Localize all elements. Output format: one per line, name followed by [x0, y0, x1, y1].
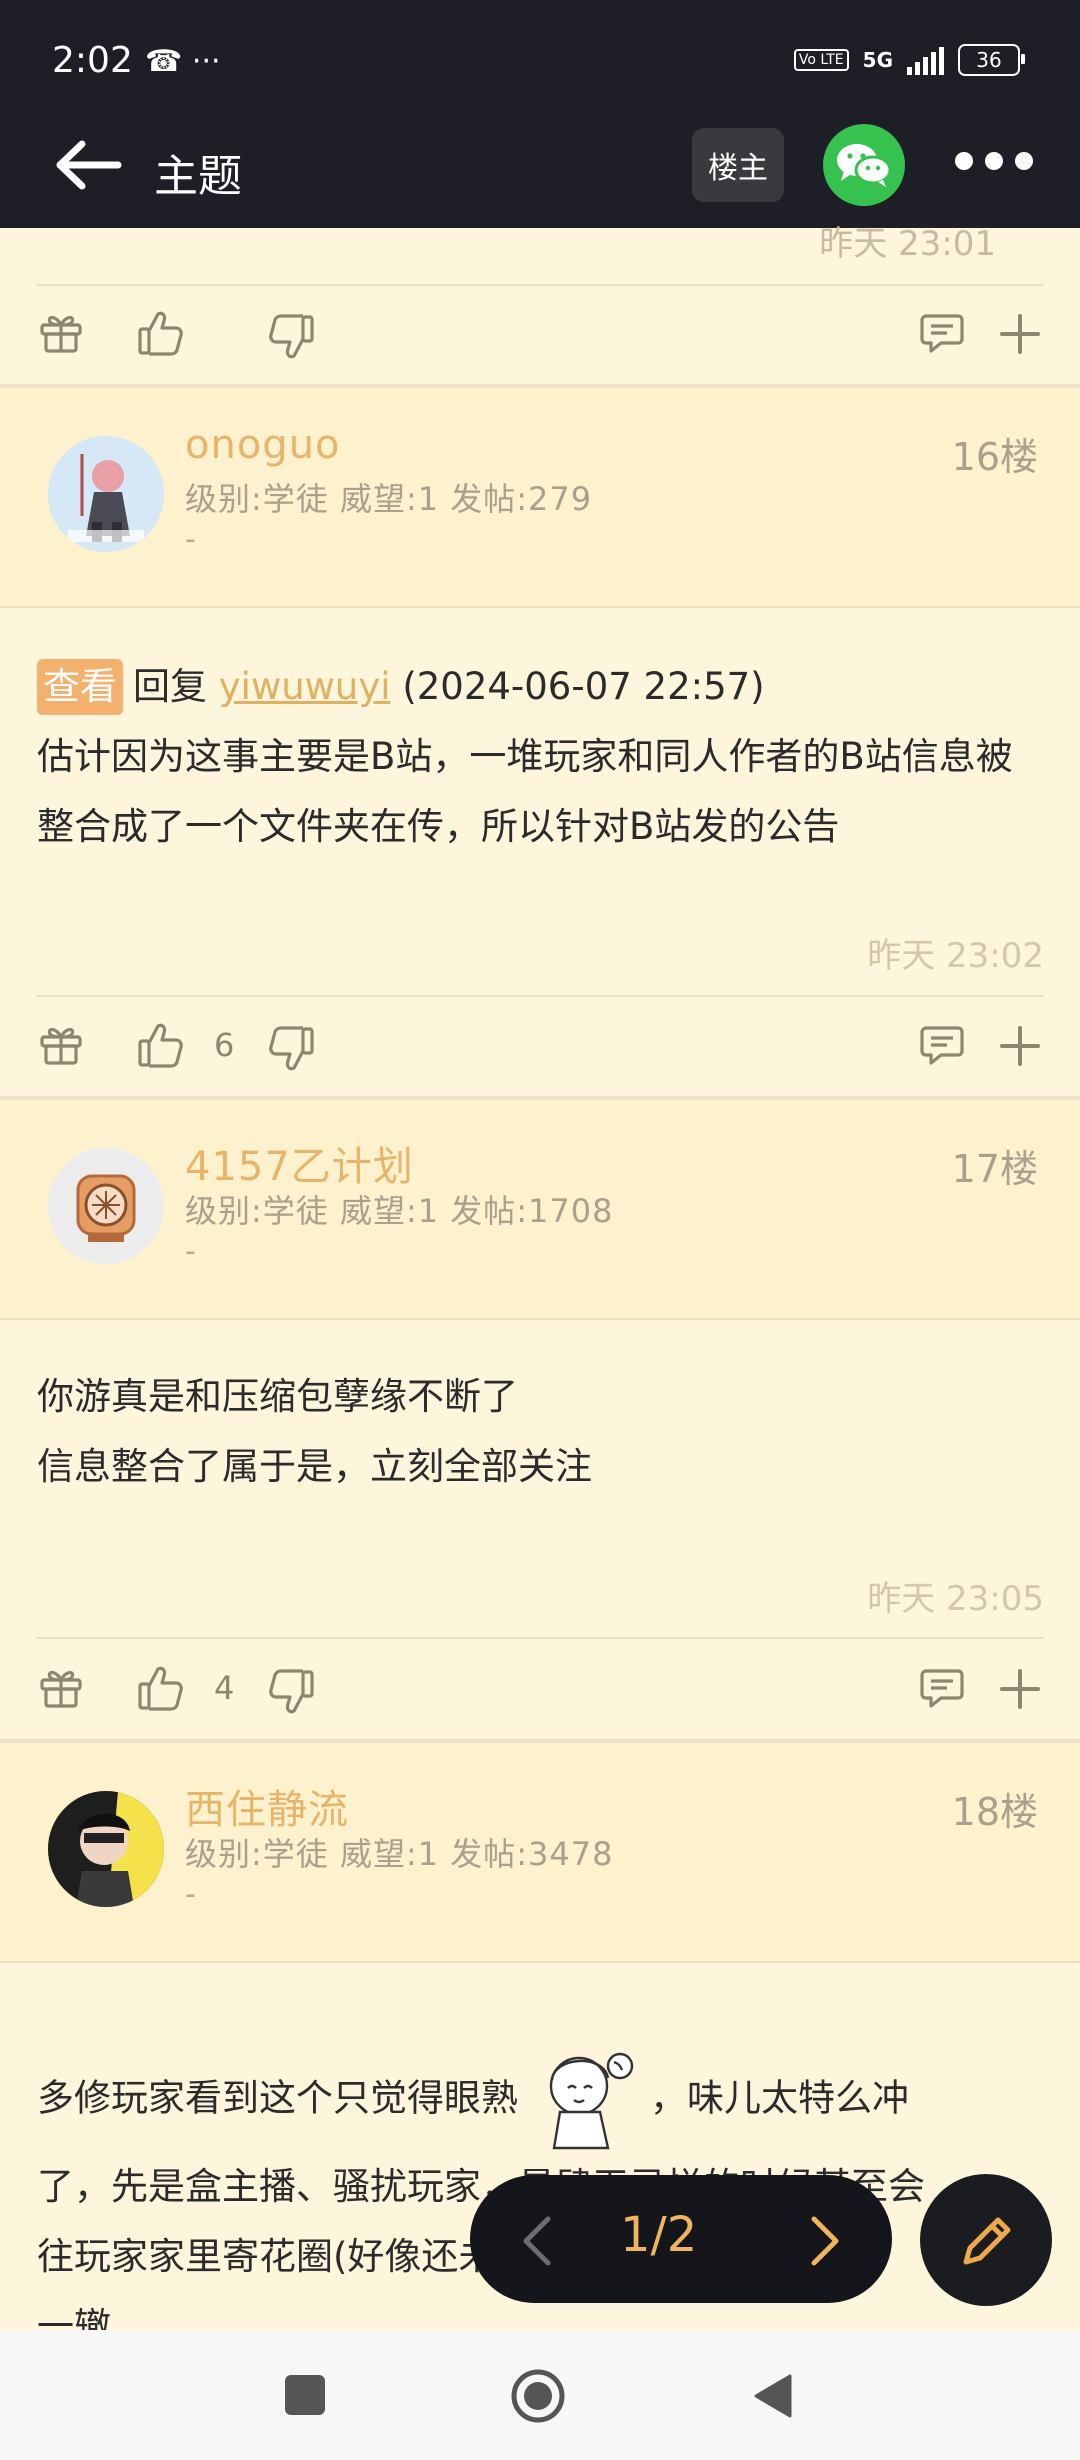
- recent-apps-icon[interactable]: [285, 2375, 325, 2415]
- post-user-header[interactable]: 4157乙计划 级别:学徒 威望:1 发帖:1708 - 17楼: [0, 1100, 1080, 1318]
- post-user-header[interactable]: 西住静流 级别:学徒 威望:1 发帖:3478 - 18楼: [0, 1743, 1080, 1961]
- next-page-chevron-icon[interactable]: [808, 2215, 844, 2267]
- reply-username-link[interactable]: yiwuwuyi: [219, 665, 391, 708]
- divider: [0, 1961, 1080, 1963]
- battery-icon: 36: [958, 44, 1025, 76]
- gift-icon[interactable]: [38, 1665, 84, 1711]
- avatar-image: [48, 1148, 164, 1264]
- username[interactable]: onoguo: [185, 422, 341, 468]
- post-text-line: 多修玩家看到这个只觉得眼熟 ，味儿太特么冲: [37, 2048, 1047, 2152]
- user-signature: -: [185, 1234, 196, 1269]
- user-meta: 级别:学徒 威望:1 发帖:3478: [185, 1835, 614, 1873]
- post-body: 查看 回复 yiwuwuyi (2024-06-07 22:57) 估计因为这事主…: [37, 652, 1047, 862]
- comment-icon[interactable]: [919, 312, 965, 356]
- prev-post-actions: [0, 290, 1080, 378]
- status-right: Vo LTE 5G 36: [793, 44, 1025, 76]
- add-icon[interactable]: [998, 312, 1042, 356]
- avatar-image: [48, 436, 164, 552]
- thumbs-down-icon[interactable]: [268, 312, 316, 362]
- avatar[interactable]: [48, 1148, 164, 1264]
- user-meta: 级别:学徒 威望:1 发帖:279: [185, 480, 593, 518]
- avatar[interactable]: [48, 436, 164, 552]
- post-time: 昨天 23:05: [867, 1579, 1044, 1619]
- post-time: 昨天 23:02: [867, 936, 1044, 976]
- thumbs-up-icon[interactable]: [136, 1663, 184, 1713]
- sticker-emoji: [549, 2052, 634, 2150]
- username[interactable]: 4157乙计划: [185, 1134, 414, 1192]
- like-count: 6: [214, 1026, 235, 1064]
- comment-icon[interactable]: [919, 1667, 965, 1711]
- reply-label: 回复: [133, 665, 207, 708]
- divider: [37, 1637, 1043, 1639]
- user-meta: 级别:学徒 威望:1 发帖:1708: [185, 1192, 614, 1230]
- thumbs-up-icon[interactable]: [136, 308, 184, 358]
- divider: [0, 606, 1080, 608]
- prev-post-time: 昨天 23:01: [819, 224, 996, 264]
- post-text-line: 你游真是和压缩包孽缘不断了: [37, 1375, 518, 1418]
- thumbs-up-icon[interactable]: [136, 1020, 184, 1070]
- prev-page-chevron-icon[interactable]: [518, 2215, 554, 2267]
- avatar[interactable]: [48, 1791, 164, 1907]
- volte-icon: Vo LTE: [793, 49, 849, 71]
- wechat-icon: [837, 144, 892, 187]
- comment-icon[interactable]: [919, 1024, 965, 1068]
- reply-quote: 查看 回复 yiwuwuyi (2024-06-07 22:57): [37, 652, 1047, 722]
- username[interactable]: 西住静流: [185, 1777, 349, 1835]
- page-title: 主题: [154, 151, 242, 202]
- divider: [37, 284, 1043, 286]
- post-text: 估计因为这事主要是B站，一堆玩家和同人作者的B站信息被整合成了一个文件夹在传，所…: [37, 735, 1013, 848]
- page-navigator: 1/2: [470, 2175, 892, 2303]
- battery-level: 36: [976, 48, 1002, 72]
- signal-icon: [907, 45, 944, 75]
- compose-reply-button[interactable]: [920, 2174, 1052, 2306]
- like-count: 4: [214, 1669, 235, 1707]
- app-header: 2:02 ☎ ··· Vo LTE 5G 36 主题 楼主: [0, 0, 1080, 228]
- post-actions: 4: [0, 1645, 1080, 1733]
- user-signature: -: [185, 1877, 196, 1912]
- avatar-image: [48, 1791, 164, 1907]
- network-type: 5G: [862, 48, 893, 72]
- reply-date: (2024-06-07 22:57): [402, 665, 765, 708]
- home-icon[interactable]: [510, 2368, 566, 2424]
- post-text-segment: ，味儿太特么冲: [650, 2076, 909, 2120]
- add-icon[interactable]: [998, 1024, 1042, 1068]
- status-notification-icons: ☎ ···: [145, 44, 221, 79]
- system-back-icon[interactable]: [752, 2372, 794, 2420]
- page-indicator[interactable]: 1/2: [620, 2207, 697, 2263]
- only-op-button[interactable]: 楼主: [692, 128, 784, 202]
- gift-icon[interactable]: [38, 310, 84, 356]
- back-arrow-icon[interactable]: [56, 140, 122, 190]
- thumbs-down-icon[interactable]: [268, 1667, 316, 1717]
- status-time: 2:02: [52, 40, 133, 81]
- divider: [0, 1318, 1080, 1320]
- wechat-share-button[interactable]: [823, 124, 905, 206]
- add-icon[interactable]: [998, 1667, 1042, 1711]
- system-navigation-bar: [0, 2330, 1080, 2460]
- thumbs-down-icon[interactable]: [268, 1024, 316, 1074]
- floor-number: 18楼: [951, 1790, 1038, 1834]
- pencil-icon: [963, 2217, 1011, 2265]
- post-body: 你游真是和压缩包孽缘不断了 信息整合了属于是，立刻全部关注: [37, 1362, 1047, 1502]
- gift-icon[interactable]: [38, 1022, 84, 1068]
- divider: [37, 995, 1043, 997]
- floor-number: 17楼: [951, 1147, 1038, 1191]
- post-text-line: 信息整合了属于是，立刻全部关注: [37, 1445, 592, 1488]
- post-user-header[interactable]: onoguo 级别:学徒 威望:1 发帖:279 - 16楼: [0, 388, 1080, 606]
- post-actions: 6: [0, 1002, 1080, 1090]
- floor-number: 16楼: [951, 435, 1038, 479]
- view-quote-button[interactable]: 查看: [37, 659, 123, 715]
- user-signature: -: [185, 522, 196, 557]
- post-text-segment: 多修玩家看到这个只觉得眼熟: [37, 2076, 518, 2120]
- more-options-button[interactable]: [955, 152, 1033, 170]
